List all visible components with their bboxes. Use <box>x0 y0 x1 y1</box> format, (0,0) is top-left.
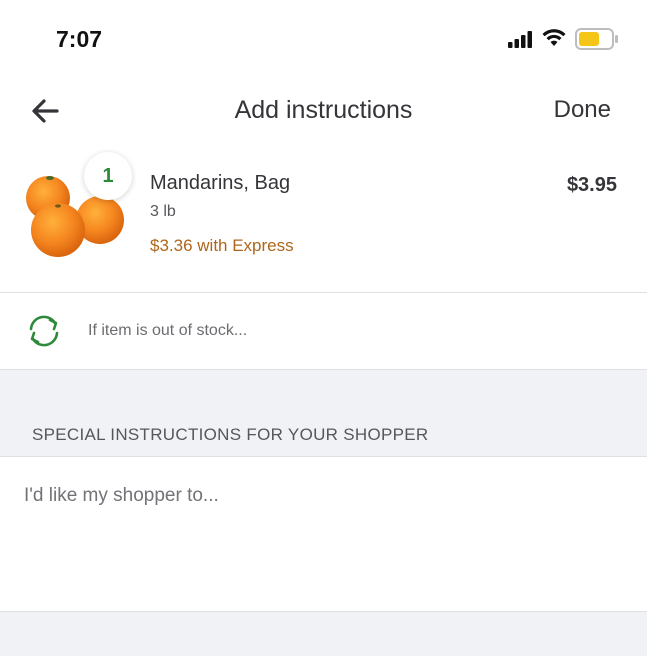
back-button[interactable] <box>28 94 62 128</box>
status-bar: 7:07 <box>0 0 647 80</box>
page-title: Add instructions <box>234 96 413 124</box>
section-header: SPECIAL INSTRUCTIONS FOR YOUR SHOPPER <box>32 425 429 444</box>
quantity-badge[interactable]: 1 <box>84 152 132 200</box>
arrow-left-icon <box>32 99 59 123</box>
item-size: 3 lb <box>150 203 176 220</box>
status-time: 7:07 <box>56 26 103 52</box>
item-name: Mandarins, Bag <box>150 172 291 194</box>
express-price: $3.36 with Express <box>150 236 294 255</box>
out-of-stock-label: If item is out of stock... <box>88 322 248 339</box>
item-price: $3.95 <box>566 174 617 196</box>
nav-bar: Add instructions Done <box>0 80 647 144</box>
special-instructions-section: SPECIAL INSTRUCTIONS FOR YOUR SHOPPER <box>0 370 647 456</box>
refresh-icon <box>29 315 59 347</box>
instructions-input[interactable] <box>24 485 614 595</box>
bottom-section <box>0 612 647 656</box>
battery-icon <box>575 28 618 50</box>
cellular-signal-icon <box>508 31 532 48</box>
out-of-stock-option[interactable]: If item is out of stock... <box>0 293 647 370</box>
wifi-icon <box>542 29 566 46</box>
instructions-area <box>0 457 647 611</box>
done-button[interactable]: Done <box>554 96 611 124</box>
